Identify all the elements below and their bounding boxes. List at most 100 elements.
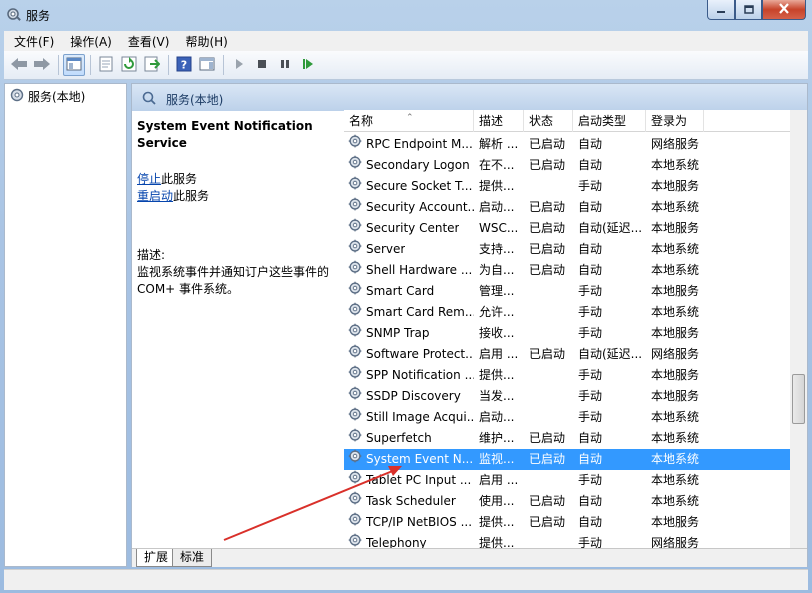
services-gear-icon xyxy=(6,7,22,23)
service-startup-type-cell: 自动(延迟... xyxy=(578,221,643,235)
status-bar xyxy=(4,569,808,590)
service-description-cell: WSC... xyxy=(479,221,519,235)
list-rows: RPC Endpoint M... 解析 ... 已启动 自动 网络服务 Secondar… xyxy=(344,134,807,548)
table-row[interactable]: Superfetch 维护... 已启动 自动 本地系统 xyxy=(344,428,807,449)
scrollbar-thumb[interactable] xyxy=(792,374,805,424)
column-header-status[interactable]: 状态 xyxy=(524,110,573,132)
table-row[interactable]: SPP Notification ... 提供... 手动 本地服务 xyxy=(344,365,807,386)
stop-service-button[interactable] xyxy=(251,54,273,76)
toolbar-separator xyxy=(168,55,169,75)
service-description-cell: 监视... xyxy=(479,452,515,466)
column-header-name[interactable]: 名称 ⌃ xyxy=(344,110,474,132)
refresh-button[interactable] xyxy=(118,54,140,76)
table-row-selected[interactable]: System Event N... 监视... 已启动 自动 本地系统 xyxy=(344,449,807,470)
table-row[interactable]: Still Image Acqui... 启动... 手动 本地系统 xyxy=(344,407,807,428)
pause-service-button[interactable] xyxy=(274,54,296,76)
service-startup-type-cell: 自动 xyxy=(578,263,603,277)
service-gear-icon xyxy=(348,323,363,344)
service-name: Security Center xyxy=(366,221,460,235)
table-row[interactable]: Security Account... 启动... 已启动 自动 本地系统 xyxy=(344,197,807,218)
help-button[interactable]: ? xyxy=(173,54,195,76)
table-row[interactable]: SSDP Discovery 当发... 手动 本地服务 xyxy=(344,386,807,407)
search-gear-icon xyxy=(142,91,156,108)
menu-help[interactable]: 帮助(H) xyxy=(175,33,233,50)
table-row[interactable]: Security Center WSC... 已启动 自动(延迟... 本地服务 xyxy=(344,218,807,239)
column-header-startup-type[interactable]: 启动类型 xyxy=(573,110,646,132)
service-status-cell xyxy=(524,302,573,323)
column-name-label: 名称 xyxy=(349,114,374,128)
service-logon-cell: 网络服务 xyxy=(651,347,700,361)
service-startup-type-cell: 手动 xyxy=(578,410,603,424)
service-name: Task Scheduler xyxy=(366,494,456,508)
service-name: Superfetch xyxy=(366,431,432,445)
table-row[interactable]: RPC Endpoint M... 解析 ... 已启动 自动 网络服务 xyxy=(344,134,807,155)
services-gear-icon xyxy=(9,87,25,106)
service-gear-icon xyxy=(348,344,363,365)
service-description-cell: 提供... xyxy=(479,179,515,193)
service-startup-type-cell: 手动 xyxy=(578,179,603,193)
menu-view[interactable]: 查看(V) xyxy=(118,33,176,50)
show-hide-tree-button[interactable] xyxy=(63,54,85,76)
stop-service-link[interactable]: 停止 xyxy=(137,172,161,186)
service-status-cell: 已启动 xyxy=(529,494,566,508)
table-row[interactable]: Software Protect... 启用 ... 已启动 自动(延迟... 网络服务 xyxy=(344,344,807,365)
table-row[interactable]: Secondary Logon 在不... 已启动 自动 本地系统 xyxy=(344,155,807,176)
export-list-button[interactable] xyxy=(141,54,163,76)
tab-standard[interactable]: 标准 xyxy=(172,549,213,567)
toolbar-separator xyxy=(90,55,91,75)
column-header-description[interactable]: 描述 xyxy=(474,110,524,132)
service-name-cell: SSDP Discovery xyxy=(344,386,474,407)
restart-service-button[interactable] xyxy=(297,54,319,76)
table-row[interactable]: Smart Card Rem... 允许... 手动 本地系统 xyxy=(344,302,807,323)
service-gear-icon xyxy=(348,218,363,239)
table-row[interactable]: Tablet PC Input ... 启用 ... 手动 本地系统 xyxy=(344,470,807,491)
service-name: Tablet PC Input ... xyxy=(366,473,472,487)
table-row[interactable]: Task Scheduler 使用... 已启动 自动 本地系统 xyxy=(344,491,807,512)
table-row[interactable]: TCP/IP NetBIOS ... 提供... 已启动 自动 本地服务 xyxy=(344,512,807,533)
service-description-cell: 使用... xyxy=(479,494,515,508)
service-logon-cell: 本地系统 xyxy=(651,410,700,424)
service-gear-icon xyxy=(348,197,363,218)
service-status-cell xyxy=(524,176,573,197)
service-logon-cell: 本地系统 xyxy=(651,305,700,319)
service-logon-cell: 网络服务 xyxy=(651,137,700,151)
table-row[interactable]: Secure Socket T... 提供... 手动 本地服务 xyxy=(344,176,807,197)
description-label: 描述: xyxy=(137,248,166,262)
service-logon-cell: 本地系统 xyxy=(651,452,700,466)
service-status-cell xyxy=(524,323,573,344)
forward-button[interactable] xyxy=(31,54,53,76)
service-name: SPP Notification ... xyxy=(366,368,474,382)
service-name-cell: Smart Card xyxy=(344,281,474,302)
service-name: System Event N... xyxy=(366,452,474,466)
services-window: 服务 文件(F) 操作(A) 查看(V) 帮助(H) ? 服务(本地) 服务(本… xyxy=(0,0,812,593)
back-button[interactable] xyxy=(8,54,30,76)
table-row[interactable]: Telephony 提供... 手动 网络服务 xyxy=(344,533,807,548)
table-row[interactable]: Shell Hardware ... 为自... 已启动 自动 本地系统 xyxy=(344,260,807,281)
properties-button[interactable] xyxy=(95,54,117,76)
service-status-cell xyxy=(524,470,573,491)
toolbar-separator xyxy=(223,55,224,75)
table-row[interactable]: SNMP Trap 接收... 手动 本地服务 xyxy=(344,323,807,344)
tab-extended[interactable]: 扩展 xyxy=(136,549,177,567)
service-name: Still Image Acqui... xyxy=(366,410,474,424)
service-gear-icon xyxy=(348,533,363,548)
service-name: Secure Socket T... xyxy=(366,179,473,193)
show-action-pane-button[interactable] xyxy=(196,54,218,76)
vertical-scrollbar[interactable] xyxy=(790,110,807,548)
close-button[interactable] xyxy=(762,0,806,20)
tree-item-services-local[interactable]: 服务(本地) xyxy=(9,87,85,106)
maximize-button[interactable] xyxy=(735,0,762,20)
column-header-logon-as[interactable]: 登录为 xyxy=(646,110,704,132)
title-bar[interactable]: 服务 xyxy=(0,0,812,30)
menu-action[interactable]: 操作(A) xyxy=(60,33,118,50)
service-name-cell: Security Account... xyxy=(344,197,474,218)
table-row[interactable]: Smart Card 管理... 手动 本地服务 xyxy=(344,281,807,302)
service-startup-type-cell: 手动 xyxy=(578,326,603,340)
restart-service-link[interactable]: 重启动 xyxy=(137,189,173,203)
table-row[interactable]: Server 支持... 已启动 自动 本地系统 xyxy=(344,239,807,260)
menu-file[interactable]: 文件(F) xyxy=(4,33,60,50)
start-service-button[interactable] xyxy=(228,54,250,76)
service-name-cell: TCP/IP NetBIOS ... xyxy=(344,512,474,533)
menu-bar: 文件(F) 操作(A) 查看(V) 帮助(H) xyxy=(4,31,808,51)
minimize-button[interactable] xyxy=(707,0,735,20)
